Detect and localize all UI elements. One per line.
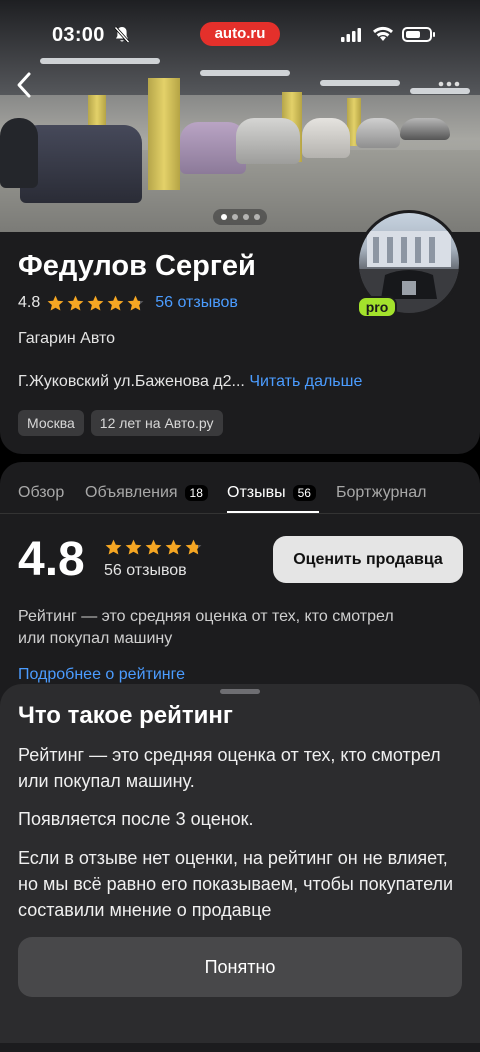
tab-listings[interactable]: Объявления 18 [85,484,208,502]
tab-label: Обзор [18,484,65,501]
star-icon [127,295,144,311]
star-icon [67,295,84,311]
photo-pillar [88,95,106,125]
tab-logbook[interactable]: Бортжурнал [336,484,426,502]
photo-light [200,70,290,76]
more-dots-icon[interactable] [436,78,462,90]
gallery-pager[interactable] [213,209,267,225]
star-icon [145,539,162,555]
status-time: 03:00 [52,24,105,46]
sheet-title: Что такое рейтинг [18,702,233,729]
sheet-paragraph: Если в отзыве нет оценки, на рейтинг он … [18,848,454,920]
seller-company: Гагарин Авто [18,330,116,347]
sheet-paragraph: Рейтинг — это средняя оценка от тех, кто… [18,745,441,791]
photo-car [20,125,142,203]
status-bar: 03:00 auto.ru [0,0,480,70]
back-chevron-icon[interactable] [12,70,36,100]
tab-overview[interactable]: Обзор [18,484,64,502]
photo-light [320,80,400,86]
photo-car [356,118,400,148]
tab-count-badge: 18 [184,485,208,501]
rating-description: Рейтинг — это средняя оценка от тех, кто… [18,608,394,647]
about-rating-link[interactable]: Подробнее о рейтинге [18,666,185,684]
understood-button[interactable]: Понятно [18,937,462,997]
seller-tags: Москва 12 лет на Авто.ру [18,410,223,436]
tab-label: Отзывы [227,484,286,501]
pager-dot [220,214,227,220]
seller-stars [46,294,145,313]
photo-car [302,118,350,158]
tab-label: Бортжурнал [336,484,427,501]
rate-seller-button[interactable]: Оценить продавца [273,536,463,583]
star-icon [125,539,142,555]
reviews-count: 56 отзывов [104,562,187,579]
star-icon [87,295,104,311]
seller-address: Г.Жуковский ул.Баженова д2... Читать дал… [18,373,362,391]
seller-address-text: Г.Жуковский ул.Баженова д2... [18,373,245,390]
photo-car [400,118,450,140]
photo-car [236,118,300,164]
star-icon [47,295,64,311]
reviews-rating-value: 4.8 [18,533,85,586]
wifi-icon [373,26,393,41]
star-icon [105,539,122,555]
reviews-stars [104,538,203,557]
brand-logo: auto.ru [200,22,280,46]
signal-icon [341,28,361,42]
active-tab-indicator [227,511,319,513]
battery-icon [402,27,435,42]
sheet-paragraph: Появляется после 3 оценок. [18,809,254,829]
seller-rating-row: 4.8 56 отзывов [18,292,238,314]
seller-reviews-link[interactable]: 56 отзывов [155,294,238,312]
tag-city: Москва [18,410,84,436]
seller-name: Федулов Сергей [18,250,256,282]
tab-divider [0,513,480,514]
tag-years: 12 лет на Авто.ру [90,410,223,436]
sheet-drag-handle[interactable] [220,689,260,694]
silent-bell-icon [114,26,130,44]
tab-reviews[interactable]: Отзывы 56 [227,484,316,502]
pro-badge: pro [357,296,397,318]
seller-rating-value: 4.8 [18,294,41,311]
photo-car [0,118,38,188]
star-icon [107,295,124,311]
pager-dot [231,214,238,220]
photo-pillar [148,78,180,190]
tab-label: Объявления [85,484,178,501]
tab-count-badge: 56 [292,485,316,501]
star-icon [165,539,182,555]
pager-dot [253,214,260,220]
read-more-link[interactable]: Читать дальше [249,373,362,390]
star-icon [185,539,202,555]
pager-dot [242,214,249,220]
